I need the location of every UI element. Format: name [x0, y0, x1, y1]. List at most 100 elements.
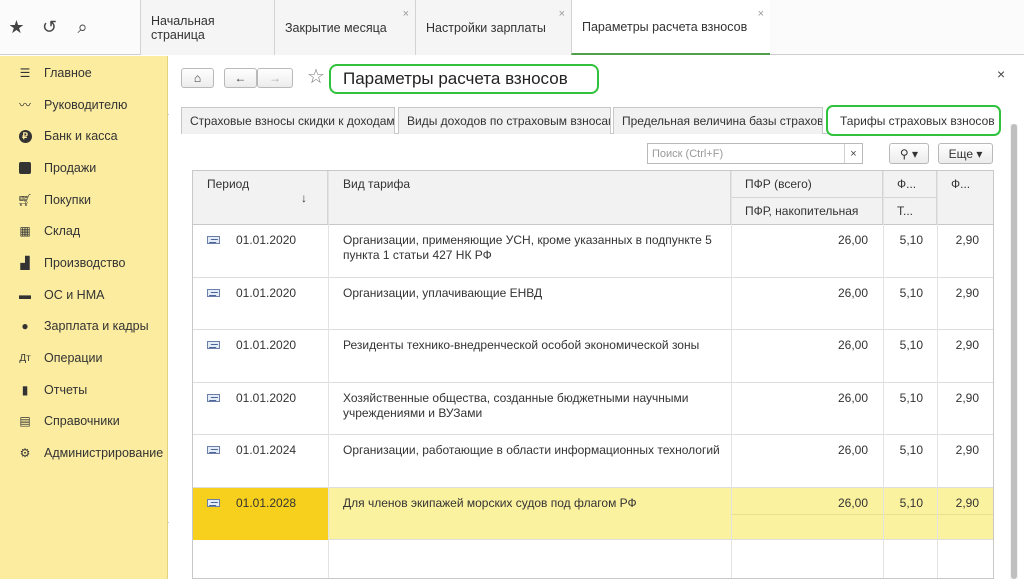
tab-tariffs[interactable]: Тарифы страховых взносов [826, 105, 1001, 136]
sidebar-item-bank[interactable]: ₽ Банк и касса [0, 120, 167, 152]
cell-pfr: 26,00 [837, 233, 868, 247]
more-button[interactable]: Еще ▾ [938, 143, 993, 164]
tab-label: Настройки зарплаты [426, 20, 546, 35]
sidebar-item-salary[interactable]: ● Зарплата и кадры [0, 311, 167, 343]
sidebar-item-manager[interactable]: 〰 Руководителю [0, 89, 167, 121]
col-fss-sub[interactable]: Т... [883, 198, 937, 224]
table-row[interactable]: 01.01.2020 Организации, уплачивающие ЕНВ… [193, 278, 993, 330]
col-fss[interactable]: Ф... [883, 171, 937, 198]
main-panel: ⌂ ← → ☆ Параметры расчета взносов × Стра… [169, 56, 1024, 579]
column-divider [883, 171, 884, 578]
col-pfr-funded[interactable]: ПФР, накопительная [731, 198, 883, 224]
tab-contribution-params[interactable]: Параметры расчета взносов × [571, 0, 770, 55]
tab-label: Начальная страница [151, 13, 215, 42]
cell-fss: 5,10 [899, 390, 923, 405]
col-period-label: Период [207, 177, 250, 191]
sidebar-item-warehouse[interactable]: ▦ Склад [0, 215, 167, 247]
cell-pfr: 26,00 [837, 285, 868, 300]
cell-tariff: Организации, уплачивающие ЕНВД [343, 285, 543, 300]
back-button[interactable]: ← [224, 68, 257, 88]
top-toolbar: ☷ ★ ↺ ⌕ [0, 0, 828, 523]
cell-fss: 5,10 [899, 338, 923, 352]
sidebar-item-main[interactable]: ☰ Главное [0, 57, 167, 89]
close-icon[interactable]: × [403, 8, 409, 20]
sidebar-item-production[interactable]: ▟ Производство [0, 247, 167, 279]
col-period[interactable]: Период ↓ [193, 171, 328, 224]
col-foms[interactable]: Ф... [937, 171, 993, 224]
vertical-scrollbar[interactable] [1010, 124, 1018, 579]
sidebar-item-label: Администрирование [44, 446, 164, 461]
tab-income-types[interactable]: Виды доходов по страховым взносам [398, 107, 611, 134]
table-row-selected[interactable]: 01.01.2028 Для членов экипажей морских с… [193, 487, 993, 540]
forward-arrow-icon: → [269, 71, 281, 85]
tab-salary-settings[interactable]: Настройки зарплаты × [415, 0, 571, 55]
bag-icon [17, 160, 33, 176]
table-header: Период ↓ Вид тарифа ПФР (всего) ПФР, нак… [193, 171, 993, 225]
sidebar-item-label: Банк и касса [44, 129, 118, 144]
col-foms-label: Ф... [951, 177, 971, 191]
sidebar-item-label: Справочники [44, 414, 120, 429]
trend-icon: 〰 [18, 98, 31, 113]
sidebar-item-admin[interactable]: ⚙ Администрирование [0, 437, 167, 469]
col-fss-sub-label: Т... [897, 204, 914, 218]
cell-foms: 2,90 [955, 285, 979, 300]
sidebar-item-purchases[interactable]: 🛒︎ Покупки [0, 184, 167, 216]
search-input[interactable]: Поиск (Ctrl+F) [648, 148, 844, 160]
table-row[interactable]: 01.01.2020 Хозяйственные общества, созда… [193, 383, 993, 435]
window-tabs: Начальная страница Закрытие месяца × Нас… [140, 0, 770, 55]
form-tab-label: Предельная величина базы страховых взнос… [622, 114, 823, 128]
close-icon[interactable]: × [758, 8, 764, 20]
tab-label: Параметры расчета взносов [582, 19, 748, 34]
search-options-button[interactable]: ⚲ ▾ [889, 143, 929, 164]
search-icon[interactable]: ⌕ [66, 0, 99, 55]
cell-period: 01.01.2020 [236, 233, 297, 247]
cell-pfr: 26,00 [837, 495, 868, 510]
cell-pfr: 26,00 [837, 443, 868, 457]
search-field[interactable]: Поиск (Ctrl+F) × [647, 143, 863, 164]
table-row[interactable]: 01.01.2020 Организации, применяющие УСН,… [193, 225, 993, 278]
record-icon [207, 446, 220, 454]
form-tab-label: Страховые взносы скидки к доходам [190, 114, 395, 128]
sidebar-item-label: ОС и НМА [44, 287, 105, 302]
cell-tariff: Организации, работающие в области информ… [343, 443, 720, 457]
close-form-icon[interactable]: × [997, 66, 1005, 82]
more-label: Еще ▾ [948, 146, 983, 161]
col-pfr-total-label: ПФР (всего) [745, 177, 812, 191]
tab-home[interactable]: Начальная страница [140, 0, 274, 55]
tab-contribution-discounts[interactable]: Страховые взносы скидки к доходам [181, 107, 395, 134]
cell-foms: 2,90 [955, 233, 979, 247]
history-icon[interactable]: ↺ [33, 0, 66, 55]
bar-chart-icon: ▮ [21, 382, 29, 397]
sidebar-item-reports[interactable]: ▮ Отчеты [0, 374, 167, 406]
col-pfr-total[interactable]: ПФР (всего) [731, 171, 883, 198]
table-row[interactable]: 01.01.2020 Резиденты технико-внедренческ… [193, 330, 993, 383]
operations-icon: Дт [19, 352, 31, 364]
tab-month-closing[interactable]: Закрытие месяца × [274, 0, 415, 55]
cell-period: 01.01.2024 [236, 443, 297, 457]
warehouse-icon: ▦ [19, 224, 31, 239]
close-icon[interactable]: × [559, 8, 565, 20]
record-icon [207, 341, 220, 349]
sidebar-item-directories[interactable]: ▤ Справочники [0, 406, 167, 438]
sidebar-item-label: Операции [44, 351, 103, 366]
sidebar-item-sales[interactable]: Продажи [0, 152, 167, 184]
favorites-star-icon[interactable]: ★ [0, 0, 33, 55]
sidebar-item-operations[interactable]: Дт Операции [0, 342, 167, 374]
table-row[interactable]: 01.01.2024 Организации, работающие в обл… [193, 435, 993, 488]
form-tabs: Страховые взносы скидки к доходам Виды д… [181, 105, 1001, 136]
home-button[interactable]: ⌂ [181, 68, 214, 88]
favorite-star-icon[interactable]: ☆ [307, 64, 325, 89]
tab-base-limit[interactable]: Предельная величина базы страховых взнос… [613, 107, 823, 134]
col-tariff[interactable]: Вид тарифа [328, 171, 731, 224]
cell-fss: 5,10 [899, 233, 923, 247]
form-tab-label: Тарифы страховых взносов [840, 113, 995, 128]
forward-button[interactable]: → [257, 68, 293, 88]
clear-search-button[interactable]: × [844, 144, 862, 163]
back-arrow-icon: ← [234, 71, 247, 85]
truck-icon: ▬ [19, 287, 31, 302]
sidebar-item-label: Руководителю [44, 97, 128, 112]
tab-label: Закрытие месяца [285, 20, 387, 35]
sidebar-item-label: Главное [44, 65, 92, 80]
cell-period: 01.01.2020 [236, 285, 297, 300]
sidebar-item-assets[interactable]: ▬ ОС и НМА [0, 279, 167, 311]
